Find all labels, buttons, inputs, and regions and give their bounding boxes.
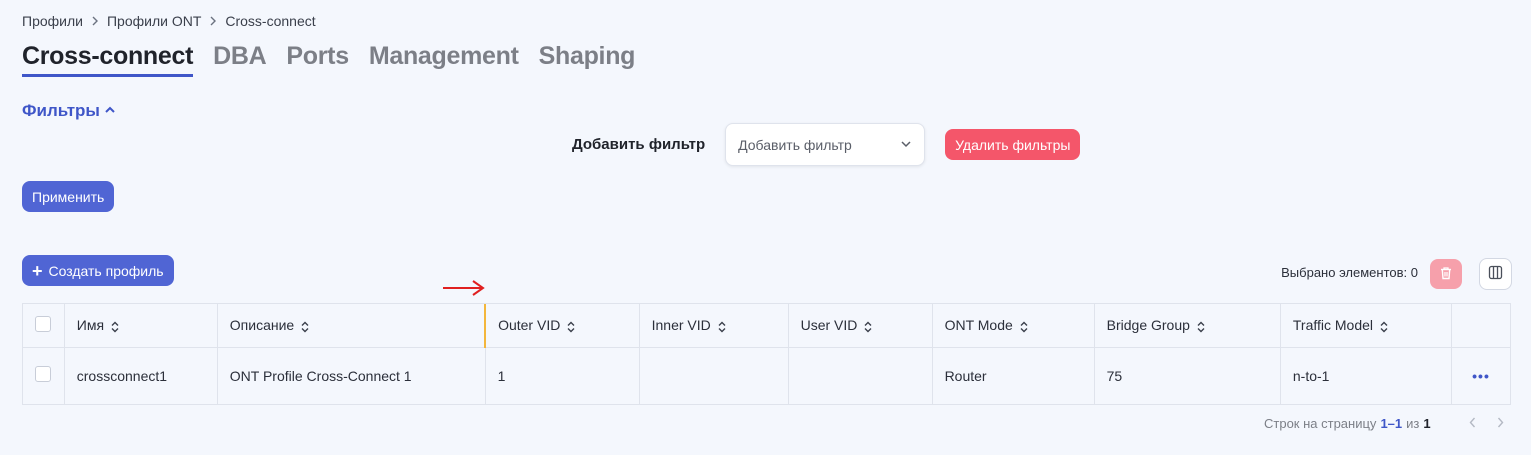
selected-count: Выбрано элементов: 0 — [1281, 265, 1418, 280]
sort-icon[interactable] — [300, 321, 310, 333]
next-page-button[interactable] — [1490, 414, 1510, 434]
chevron-right-icon — [83, 16, 107, 26]
cell-outer-vid: 1 — [485, 347, 640, 404]
column-header-inner-vid[interactable]: Inner VID — [639, 304, 789, 347]
select-all-cell — [23, 304, 65, 347]
table-header-row: Имя Описание Outer VID Inner VID User VI… — [23, 304, 1510, 347]
sort-icon[interactable] — [1196, 321, 1206, 333]
add-filter-placeholder: Добавить фильтр — [738, 136, 852, 153]
chevron-left-icon — [1468, 415, 1477, 433]
row-select-cell — [23, 347, 65, 404]
filters-toggle[interactable]: Фильтры — [22, 101, 116, 121]
add-filter-label: Добавить фильтр — [572, 136, 706, 153]
pager — [1462, 414, 1510, 434]
chevron-up-icon — [104, 101, 116, 121]
filter-row: Добавить фильтр Добавить фильтр Удалить … — [572, 123, 1081, 166]
chevron-right-icon — [201, 16, 225, 26]
add-filter-select[interactable]: Добавить фильтр — [725, 123, 926, 166]
plus-icon: + — [32, 260, 43, 281]
profiles-table: Имя Описание Outer VID Inner VID User VI… — [22, 303, 1511, 405]
pagination-info: Строк на страницу 1–1 из 1 — [1264, 416, 1431, 431]
chevron-right-icon — [1496, 415, 1505, 433]
tab-management[interactable]: Management — [369, 42, 519, 77]
profile-tabs: Cross-connect DBA Ports Management Shapi… — [22, 42, 635, 77]
column-header-outer-vid[interactable]: Outer VID — [484, 304, 640, 347]
column-header-user-vid[interactable]: User VID — [788, 304, 933, 347]
sort-icon[interactable] — [110, 321, 120, 333]
columns-settings-button[interactable] — [1479, 258, 1512, 290]
delete-filters-button[interactable]: Удалить фильтры — [945, 129, 1081, 160]
filters-toggle-label: Фильтры — [22, 101, 100, 120]
rows-per-page-label: Строк на страницу — [1264, 416, 1377, 431]
sort-icon[interactable] — [863, 321, 873, 333]
tab-dba[interactable]: DBA — [213, 42, 267, 77]
column-header-traffic-model[interactable]: Traffic Model — [1280, 304, 1453, 347]
pagination-total: 1 — [1423, 416, 1431, 431]
cell-inner-vid — [639, 347, 789, 404]
cell-user-vid — [788, 347, 933, 404]
tab-ports[interactable]: Ports — [286, 42, 349, 77]
cell-description: ONT Profile Cross-Connect 1 — [217, 347, 486, 404]
previous-page-button[interactable] — [1462, 414, 1482, 434]
apply-button[interactable]: Применить — [22, 181, 115, 212]
column-header-ont-mode[interactable]: ONT Mode — [932, 304, 1095, 347]
trash-icon — [1439, 266, 1453, 283]
delete-selected-button[interactable] — [1430, 259, 1462, 289]
tab-cross-connect[interactable]: Cross-connect — [22, 42, 193, 77]
cell-traffic-model: n-to-1 — [1280, 347, 1453, 404]
row-menu-button[interactable]: ••• — [1472, 368, 1490, 384]
row-menu-cell: ••• — [1452, 347, 1510, 404]
sort-icon[interactable] — [717, 321, 727, 333]
pagination-range: 1–1 — [1380, 416, 1403, 431]
create-profile-button[interactable]: + Создать профиль — [22, 255, 174, 286]
sort-icon[interactable] — [1019, 321, 1029, 333]
cell-name: crossconnect1 — [64, 347, 218, 404]
column-header-bridge-group[interactable]: Bridge Group — [1094, 304, 1281, 347]
cell-bridge-group: 75 — [1094, 347, 1281, 404]
breadcrumb: Профили Профили ONT Cross-connect — [22, 13, 316, 29]
table-row[interactable]: crossconnect1 ONT Profile Cross-Connect … — [23, 347, 1510, 404]
breadcrumb-item-profiles[interactable]: Профили — [22, 13, 83, 29]
chevron-down-icon — [900, 137, 912, 153]
sort-icon[interactable] — [1379, 321, 1389, 333]
column-header-description[interactable]: Описание — [217, 304, 486, 347]
cell-ont-mode: Router — [932, 347, 1095, 404]
columns-icon — [1488, 265, 1503, 283]
create-profile-label: Создать профиль — [48, 262, 164, 279]
breadcrumb-item-current: Cross-connect — [225, 13, 316, 29]
column-header-actions — [1452, 304, 1510, 347]
tab-shaping[interactable]: Shaping — [539, 42, 636, 77]
row-checkbox[interactable] — [35, 366, 51, 383]
red-arrow-icon — [443, 280, 485, 296]
breadcrumb-item-ont-profiles[interactable]: Профили ONT — [107, 13, 201, 29]
pagination-of-label: из — [1406, 416, 1420, 431]
sort-icon[interactable] — [566, 321, 576, 333]
select-all-checkbox[interactable] — [35, 315, 51, 332]
column-header-name[interactable]: Имя — [64, 304, 218, 347]
